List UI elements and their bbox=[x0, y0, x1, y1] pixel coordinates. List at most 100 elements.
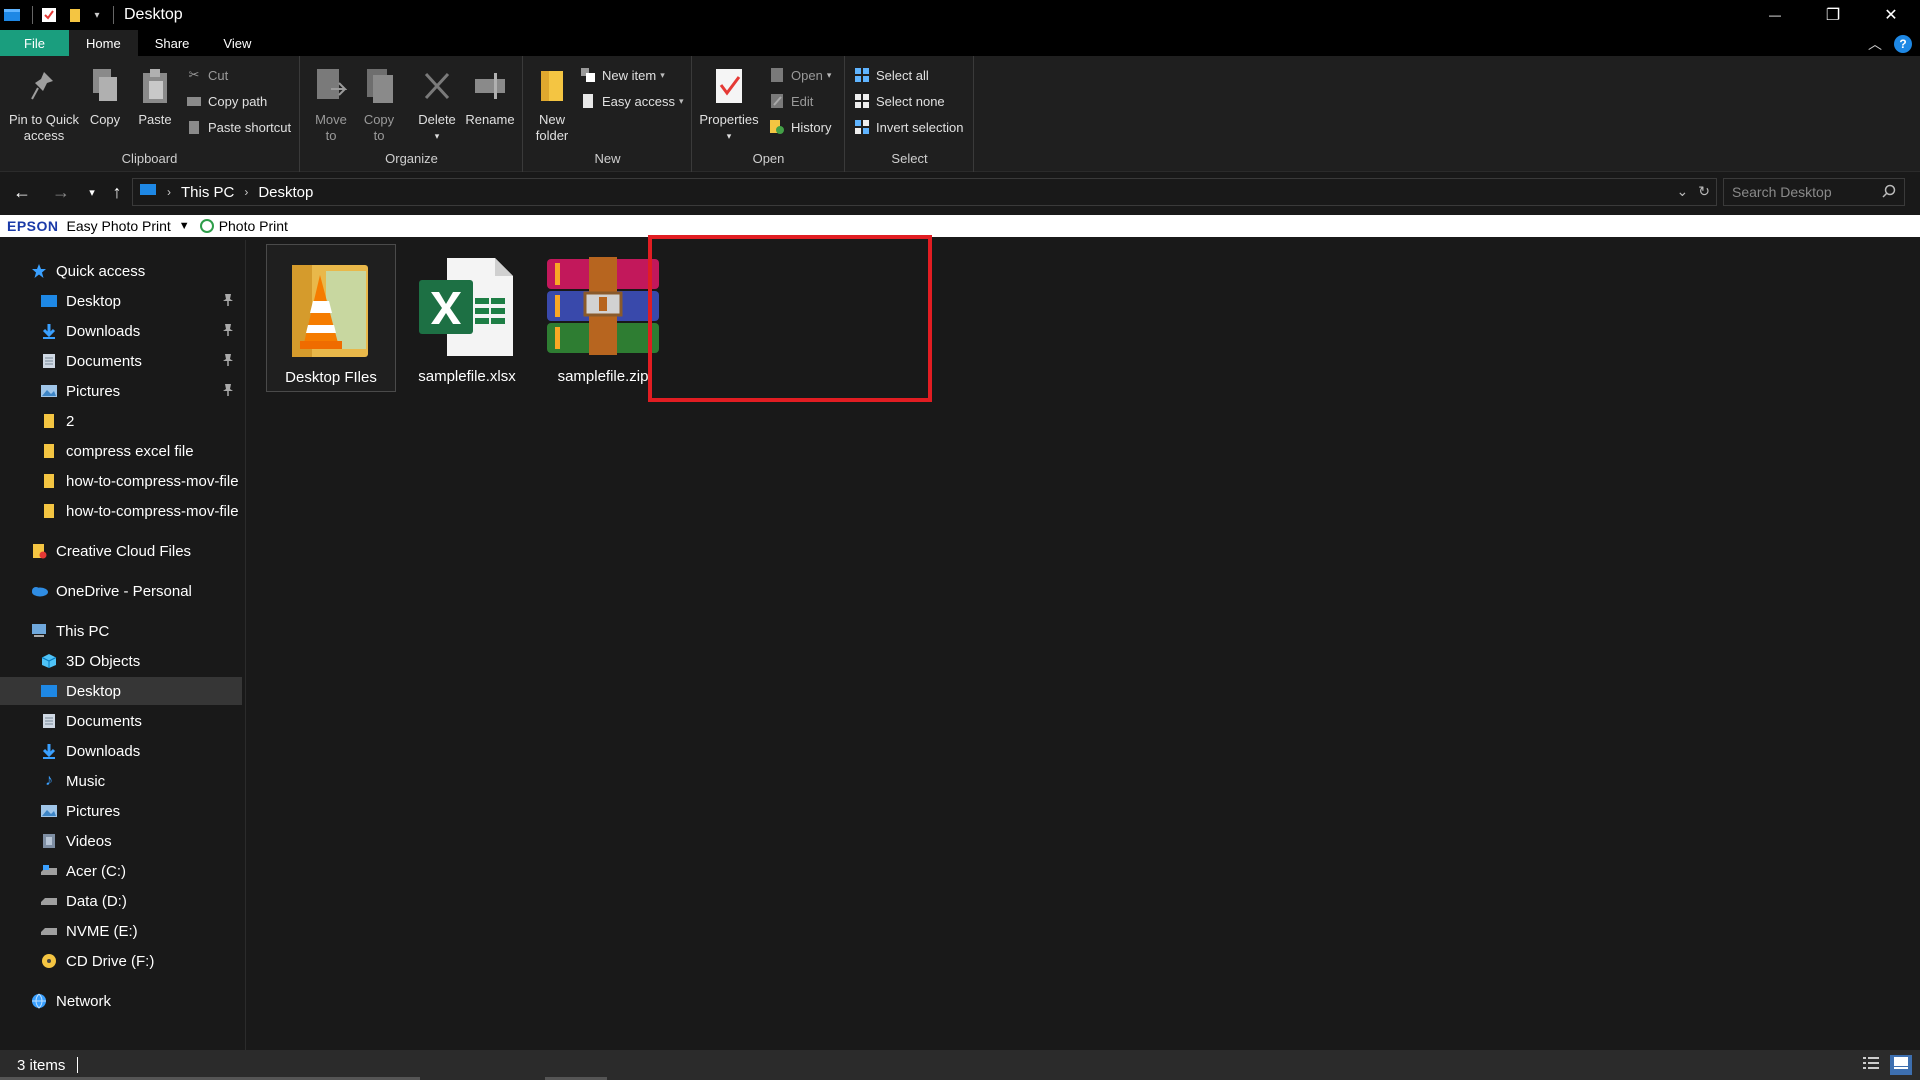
breadcrumb-this-pc[interactable]: This PC bbox=[181, 184, 234, 201]
open-group-label: Open bbox=[752, 151, 785, 166]
sidebar-item-network[interactable]: Network bbox=[0, 987, 242, 1015]
select-none-button[interactable]: Select none bbox=[854, 90, 945, 112]
properties-check-icon[interactable] bbox=[39, 5, 59, 25]
folder-icon bbox=[40, 472, 58, 490]
sidebar-item-music[interactable]: ♪ Music bbox=[0, 767, 242, 795]
easy-access-button[interactable]: Easy access ▾ bbox=[580, 90, 684, 112]
details-view-button[interactable] bbox=[1860, 1055, 1882, 1075]
pin-icon[interactable] bbox=[222, 353, 234, 371]
sidebar-item-compress-excel-file[interactable]: compress excel file bbox=[0, 437, 242, 465]
pin-icon[interactable] bbox=[222, 293, 234, 311]
sidebar-item-label: Downloads bbox=[66, 322, 141, 340]
sidebar-item-downloads-quick[interactable]: Downloads bbox=[0, 317, 242, 345]
rename-button[interactable]: Rename bbox=[464, 64, 516, 128]
address-dropdown-chevron-icon[interactable]: ⌄ bbox=[1677, 183, 1689, 200]
close-icon: ✕ bbox=[1884, 7, 1898, 24]
sidebar-item-creative-cloud-files[interactable]: Creative Cloud Files bbox=[0, 537, 242, 565]
sidebar-item-drive-f[interactable]: CD Drive (F:) bbox=[0, 947, 242, 975]
sidebar-item-pictures-quick[interactable]: Pictures bbox=[0, 377, 242, 405]
copy-path-button[interactable]: Copy path bbox=[186, 90, 267, 112]
large-icons-view-button[interactable] bbox=[1890, 1055, 1912, 1075]
sidebar-item-label: OneDrive - Personal bbox=[56, 582, 192, 600]
file-tile-desktop-files[interactable]: Desktop FIles bbox=[266, 244, 396, 392]
delete-caret-icon: ▾ bbox=[434, 131, 440, 141]
epson-toolbar: EPSON Easy Photo Print ▼ Photo Print bbox=[0, 215, 1920, 237]
search-input[interactable]: Search Desktop bbox=[1723, 178, 1905, 206]
search-icon[interactable] bbox=[1882, 184, 1896, 201]
explorer-window-icon[interactable] bbox=[2, 5, 22, 25]
history-button[interactable]: History bbox=[769, 116, 831, 138]
move-to-button[interactable]: Move to bbox=[311, 64, 351, 144]
close-button[interactable]: ✕ bbox=[1862, 0, 1920, 30]
sidebar-item-label: NVME (E:) bbox=[66, 922, 138, 940]
address-bar[interactable]: › This PC › Desktop ⌄ ↻ bbox=[132, 178, 1717, 206]
open-label: Open bbox=[791, 67, 823, 83]
download-arrow-icon bbox=[40, 742, 58, 760]
copy-path-icon bbox=[186, 93, 202, 109]
new-folder-icon[interactable] bbox=[65, 5, 85, 25]
file-tile-samplefile-xlsx[interactable]: samplefile.xlsx bbox=[402, 244, 532, 392]
sidebar-item-onedrive[interactable]: OneDrive - Personal bbox=[0, 577, 242, 605]
select-all-button[interactable]: Select all bbox=[854, 64, 929, 86]
maximize-button[interactable]: ❐ bbox=[1804, 0, 1862, 30]
pin-to-quick-access-button[interactable]: Pin to Quick access bbox=[6, 64, 82, 144]
selection-highlight-box bbox=[648, 235, 932, 402]
new-item-button[interactable]: New item ▾ bbox=[580, 64, 665, 86]
sidebar-item-quick-access[interactable]: Quick access bbox=[0, 257, 242, 285]
copy-label: Copy bbox=[89, 112, 121, 127]
sidebar-item-downloads[interactable]: Downloads bbox=[0, 737, 242, 765]
sidebar-item-how-to-compress-mov-file[interactable]: how-to-compress-mov-file bbox=[0, 467, 242, 495]
easy-photo-print-dropdown-icon[interactable]: ▼ bbox=[179, 220, 190, 232]
sidebar-item-3d-objects[interactable]: 3D Objects bbox=[0, 647, 242, 675]
sidebar-item-desktop-quick[interactable]: Desktop bbox=[0, 287, 242, 315]
tab-share[interactable]: Share bbox=[138, 30, 207, 56]
breadcrumb-desktop[interactable]: Desktop bbox=[258, 184, 313, 201]
refresh-icon[interactable]: ↻ bbox=[1698, 183, 1710, 200]
sidebar-item-folder-2[interactable]: 2 bbox=[0, 407, 242, 435]
customize-qat-chevron-icon[interactable]: ▾ bbox=[91, 5, 103, 25]
cut-button[interactable]: ✂ Cut bbox=[186, 64, 229, 86]
sidebar-item-drive-e[interactable]: NVME (E:) bbox=[0, 917, 242, 945]
back-button[interactable]: ← bbox=[10, 180, 34, 204]
forward-button[interactable]: → bbox=[49, 180, 73, 204]
properties-caret-icon: ▾ bbox=[726, 131, 732, 141]
minimize-button[interactable]: — bbox=[1746, 0, 1804, 30]
delete-label: Delete bbox=[418, 112, 456, 127]
select-group: Select all Select none Invert selection … bbox=[846, 56, 974, 172]
item-count: 3 items bbox=[17, 1056, 66, 1074]
collapse-ribbon-chevron-icon[interactable]: ︿ bbox=[1868, 34, 1882, 54]
sidebar-item-desktop[interactable]: Desktop bbox=[0, 677, 242, 705]
properties-button[interactable]: Properties ▾ bbox=[697, 64, 761, 144]
paste-shortcut-button[interactable]: Paste shortcut bbox=[186, 116, 291, 138]
tab-file[interactable]: File bbox=[0, 30, 69, 56]
sidebar-item-videos[interactable]: Videos bbox=[0, 827, 242, 855]
copy-button[interactable]: Copy bbox=[85, 64, 125, 128]
sidebar-item-drive-c[interactable]: Acer (C:) bbox=[0, 857, 242, 885]
easy-photo-print-button[interactable]: Easy Photo Print bbox=[67, 218, 171, 234]
help-icon[interactable]: ? bbox=[1894, 35, 1912, 53]
sidebar-item-how-to-compress-mov-file-2[interactable]: how-to-compress-mov-file bbox=[0, 497, 242, 525]
sidebar-item-label: Network bbox=[56, 992, 112, 1010]
invert-selection-button[interactable]: Invert selection bbox=[854, 116, 963, 138]
tab-home[interactable]: Home bbox=[69, 30, 138, 56]
sidebar-item-this-pc[interactable]: This PC bbox=[0, 617, 242, 645]
sidebar-item-label: Documents bbox=[66, 352, 142, 370]
file-tile-samplefile-zip[interactable]: samplefile.zip bbox=[538, 244, 668, 392]
sidebar-item-drive-d[interactable]: Data (D:) bbox=[0, 887, 242, 915]
tab-view[interactable]: View bbox=[206, 30, 268, 56]
edit-button[interactable]: Edit bbox=[769, 90, 813, 112]
paste-button[interactable]: Paste bbox=[134, 64, 176, 128]
copy-to-button[interactable]: Copy to bbox=[359, 64, 399, 144]
open-button[interactable]: Open ▾ bbox=[769, 64, 831, 86]
recent-locations-button[interactable]: ▾ bbox=[80, 180, 104, 204]
new-folder-label-1: New bbox=[538, 112, 565, 127]
sidebar-item-documents-quick[interactable]: Documents bbox=[0, 347, 242, 375]
new-folder-button[interactable]: New folder bbox=[532, 64, 572, 144]
up-button[interactable]: ↑ bbox=[105, 180, 129, 204]
photo-print-button[interactable]: Photo Print bbox=[219, 218, 288, 234]
pin-icon[interactable] bbox=[222, 323, 234, 341]
pin-icon[interactable] bbox=[222, 383, 234, 401]
delete-button[interactable]: Delete ▾ bbox=[415, 64, 459, 144]
sidebar-item-pictures[interactable]: Pictures bbox=[0, 797, 242, 825]
sidebar-item-documents[interactable]: Documents bbox=[0, 707, 242, 735]
